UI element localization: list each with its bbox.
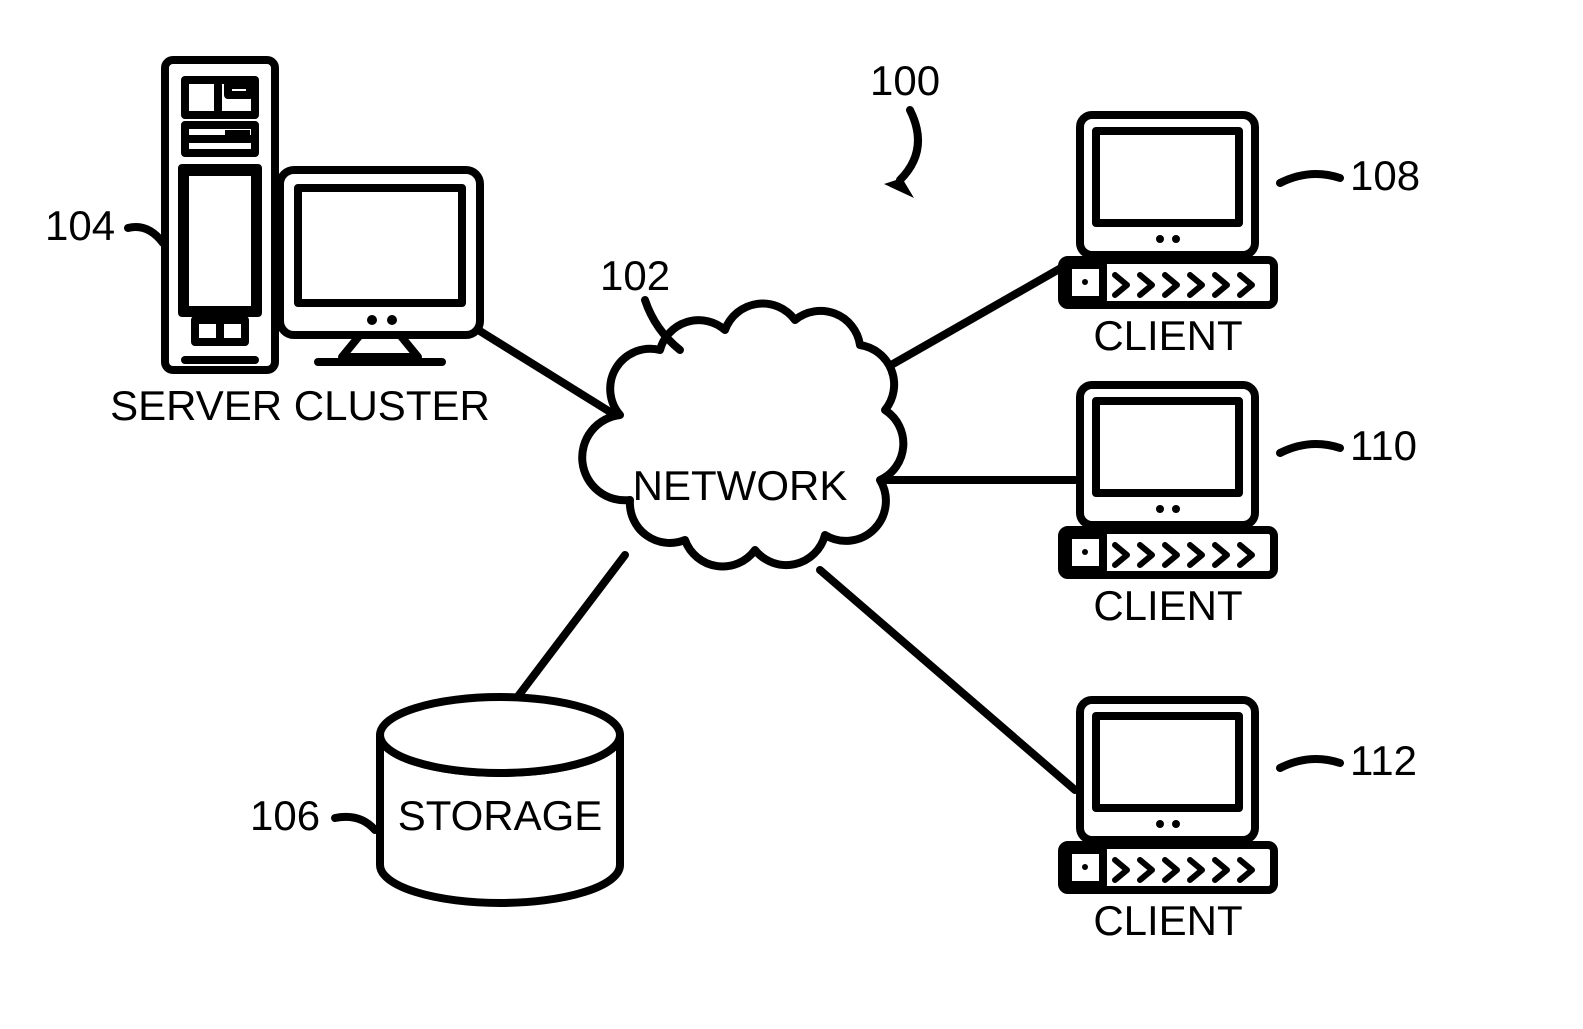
- server-cluster: [165, 60, 480, 370]
- client-3-label: CLIENT: [1093, 897, 1242, 944]
- network-diagram: NETWORK 102 100: [0, 0, 1583, 1029]
- storage-label: STORAGE: [398, 792, 603, 839]
- client-1: [1062, 115, 1274, 305]
- network-cloud: [582, 304, 903, 567]
- ref-104: 104: [45, 202, 115, 249]
- ref-106: 106: [250, 792, 320, 839]
- link-network-client3: [820, 570, 1075, 790]
- leader-104: [128, 227, 163, 243]
- leader-108: [1280, 174, 1340, 183]
- ref-102: 102: [600, 252, 670, 299]
- client-2-label: CLIENT: [1093, 582, 1242, 629]
- leader-112: [1280, 759, 1340, 768]
- leader-100: [900, 110, 918, 180]
- client-1-label: CLIENT: [1093, 312, 1242, 359]
- ref-110: 110: [1350, 422, 1417, 469]
- server-label: SERVER CLUSTER: [110, 382, 490, 429]
- client-3: [1062, 700, 1274, 890]
- ref-100: 100: [870, 57, 940, 104]
- ref-108: 108: [1350, 152, 1420, 199]
- client-2: [1062, 385, 1274, 575]
- ref-112: 112: [1350, 737, 1417, 784]
- leader-110: [1280, 444, 1340, 453]
- network-label: NETWORK: [633, 462, 848, 509]
- leader-100-arrow: [884, 178, 914, 198]
- leader-106: [335, 817, 375, 830]
